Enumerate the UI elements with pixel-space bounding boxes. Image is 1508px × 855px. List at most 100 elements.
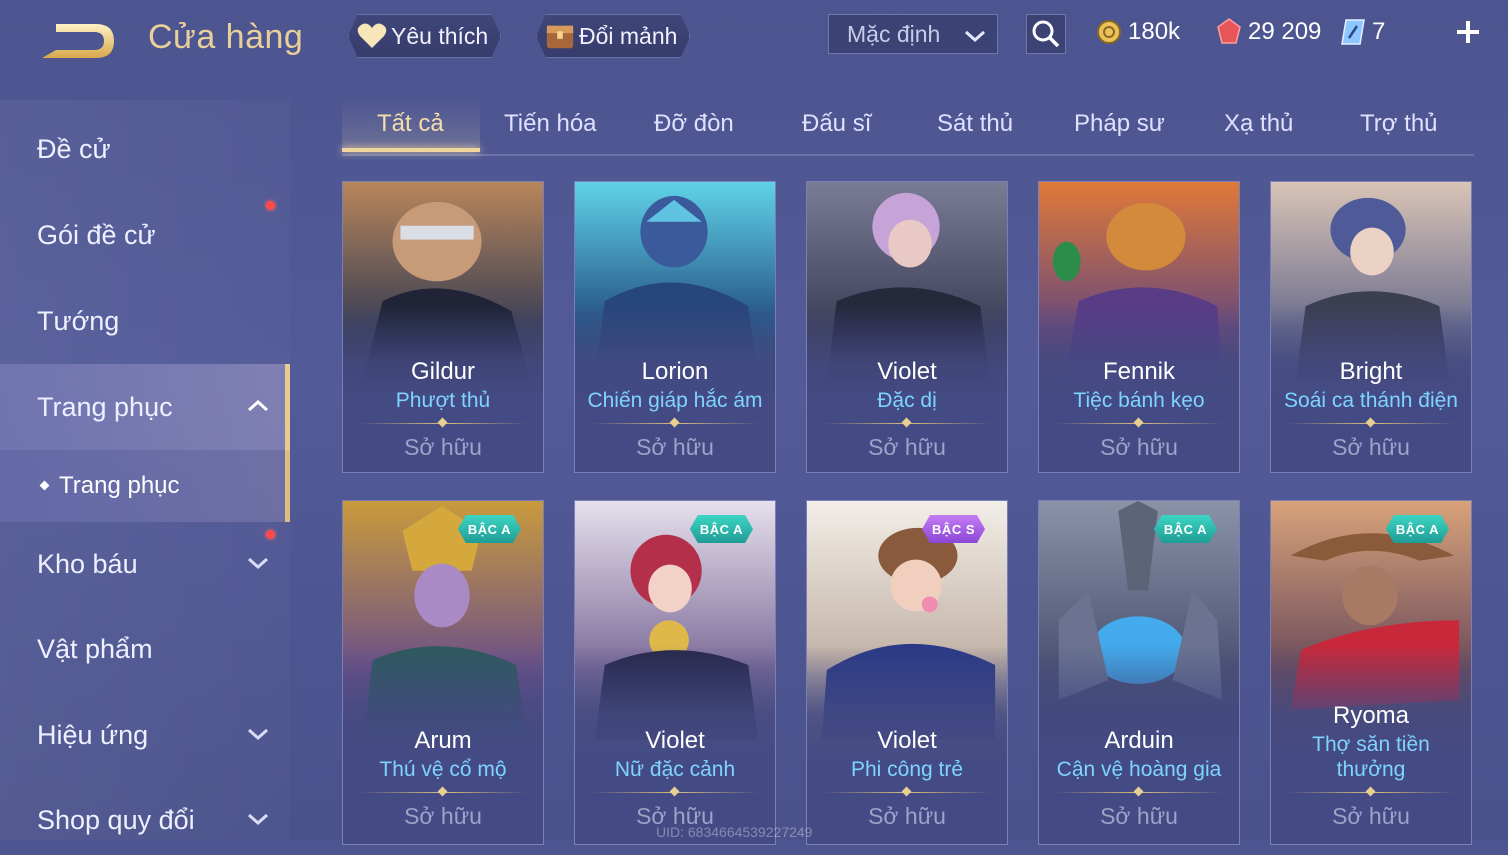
sidebar-item-label: Đề cử (37, 133, 111, 164)
gold-balance: 180k (1096, 14, 1180, 50)
tab-support[interactable]: Trợ thủ (1360, 110, 1438, 138)
user-id-watermark: UID: 6834664539227249 (656, 824, 813, 840)
sidebar-item-label: Kho báu (37, 548, 138, 579)
tab-tank[interactable]: Đỡ đòn (654, 110, 734, 138)
hero-name: Fennik (1102, 358, 1176, 385)
search-button[interactable] (1026, 14, 1066, 54)
sidebar-item-label: Tướng (37, 305, 120, 336)
sidebar-item-effects[interactable]: Hiệu ứng (0, 700, 290, 770)
sidebar-item-label: Vật phẩm (37, 633, 153, 664)
hero-name: Bright (1339, 358, 1403, 385)
hero-name: Violet (645, 727, 705, 754)
sidebar-item-label: Hiệu ứng (37, 719, 149, 750)
skin-card[interactable]: Violet Đặc dị Sở hữu (806, 181, 1008, 473)
tab-marksman[interactable]: Xạ thủ (1224, 110, 1293, 138)
hero-name: Gildur (410, 358, 476, 385)
tab-mage[interactable]: Pháp sư (1074, 110, 1165, 138)
sidebar-item-heroes[interactable]: Tướng (0, 286, 290, 356)
chevron-down-icon (246, 553, 270, 578)
tier-badge: BẬC A (1386, 515, 1449, 543)
skin-card[interactable]: Fennik Tiệc bánh kẹo Sở hữu (1038, 181, 1240, 473)
divider (591, 792, 759, 793)
owned-status: Sở hữu (404, 434, 482, 460)
favorites-label: Yêu thích (391, 22, 489, 49)
hero-name: Lorion (641, 358, 709, 385)
voucher-value: 29 209 (1248, 18, 1322, 45)
chevron-up-icon (246, 396, 270, 421)
sidebar-item-label: Gói đề cử (37, 219, 156, 250)
skin-name: Nữ đặc cảnh (614, 758, 736, 781)
skin-name: Thú vệ cổ mộ (379, 758, 507, 781)
skin-name: Phượt thủ (395, 389, 491, 412)
skin-name: Cận vệ hoàng gia (1056, 758, 1222, 781)
sort-dropdown[interactable]: Mặc định (828, 14, 998, 54)
ruby-icon (1216, 18, 1242, 46)
voucher-balance: 29 209 (1216, 14, 1321, 50)
skin-card[interactable]: Bright Soái ca thánh điện Sở hữu (1270, 181, 1472, 473)
divider (823, 792, 991, 793)
chest-icon (545, 21, 575, 51)
skin-card[interactable]: Gildur Phượt thủ Sở hữu (342, 181, 544, 473)
skin-name: Tiệc bánh kẹo (1073, 389, 1205, 412)
owned-status: Sở hữu (1332, 803, 1410, 829)
back-arrow-icon (42, 24, 114, 58)
add-currency-button[interactable] (1450, 14, 1486, 50)
skin-name: Đặc dị (877, 389, 937, 412)
tab-evolution[interactable]: Tiến hóa (504, 110, 597, 138)
chevron-down-icon (246, 809, 270, 834)
active-tab-indicator (342, 148, 480, 152)
hero-name: Ryoma (1332, 702, 1410, 729)
skin-name: Soái ca thánh điện (1284, 389, 1458, 412)
top-bar: Cửa hàng Yêu thích Đổi mảnh Mặc định 180… (0, 0, 1508, 80)
sort-value: Mặc định (847, 20, 941, 47)
tier-badge: BẬC A (458, 515, 521, 543)
favorites-button[interactable]: Yêu thích (348, 14, 501, 58)
sidebar: Đề cử Gói đề cử Tướng Trang phục Trang p… (0, 100, 290, 840)
sidebar-item-skins[interactable]: Trang phục (0, 364, 290, 450)
divider (1055, 423, 1223, 424)
owned-status: Sở hữu (868, 803, 946, 829)
skin-card[interactable]: BẬC A Ryoma Thợ săn tiền thưởng Sở hữu (1270, 500, 1472, 845)
chevron-down-icon (246, 724, 270, 749)
gold-value: 180k (1128, 18, 1181, 45)
sidebar-item-recommended-packs[interactable]: Gói đề cử (0, 200, 290, 270)
skin-card[interactable]: BẬC A Arduin Cận vệ hoàng gia Sở hữu (1038, 500, 1240, 845)
divider (1055, 792, 1223, 793)
tier-badge: BẬC S (922, 515, 985, 543)
exchange-shards-button[interactable]: Đổi mảnh (536, 14, 690, 58)
skin-card[interactable]: BẬC A Violet Nữ đặc cảnh Sở hữu (574, 500, 776, 845)
sidebar-item-treasure[interactable]: Kho báu (0, 529, 290, 599)
divider (1287, 792, 1455, 793)
owned-status: Sở hữu (404, 803, 482, 829)
back-button[interactable] (34, 18, 118, 64)
chevron-down-icon (963, 25, 987, 52)
divider (591, 423, 759, 424)
sidebar-item-label: Shop quy đổi (37, 804, 195, 835)
sidebar-subitem-skins[interactable]: Trang phục (0, 450, 290, 522)
sidebar-item-exchange-shop[interactable]: Shop quy đổi (0, 785, 290, 855)
sidebar-item-items[interactable]: Vật phẩm (0, 614, 290, 684)
tab-assassin[interactable]: Sát thủ (937, 110, 1013, 138)
hero-name: Arum (414, 727, 472, 754)
page-title: Cửa hàng (148, 18, 304, 56)
notification-dot (266, 201, 275, 210)
tab-fighter[interactable]: Đấu sĩ (802, 110, 871, 138)
plus-icon (1457, 21, 1479, 43)
tier-badge: BẬC A (1154, 515, 1217, 543)
hero-name: Arduin (1104, 727, 1174, 754)
diamond-bullet-icon (39, 480, 50, 491)
divider (823, 423, 991, 424)
skin-name: Chiến giáp hắc ám (587, 389, 763, 412)
skin-card[interactable]: Lorion Chiến giáp hắc ám Sở hữu (574, 181, 776, 473)
hero-name: Violet (877, 727, 937, 754)
sidebar-subitem-label: Trang phục (59, 472, 180, 499)
sidebar-item-label: Trang phục (37, 391, 173, 422)
sidebar-item-recommended[interactable]: Đề cử (0, 114, 290, 184)
tier-badge: BẬC A (690, 515, 753, 543)
skin-card[interactable]: BẬC A Arum Thú vệ cổ mộ Sở hữu (342, 500, 544, 845)
skin-name: Phi công trẻ (850, 758, 964, 781)
skin-card[interactable]: BẬC S Violet Phi công trẻ Sở hữu (806, 500, 1008, 845)
search-icon (1032, 20, 1060, 48)
heart-icon (357, 21, 387, 51)
tab-all[interactable]: Tất cả (377, 110, 444, 138)
